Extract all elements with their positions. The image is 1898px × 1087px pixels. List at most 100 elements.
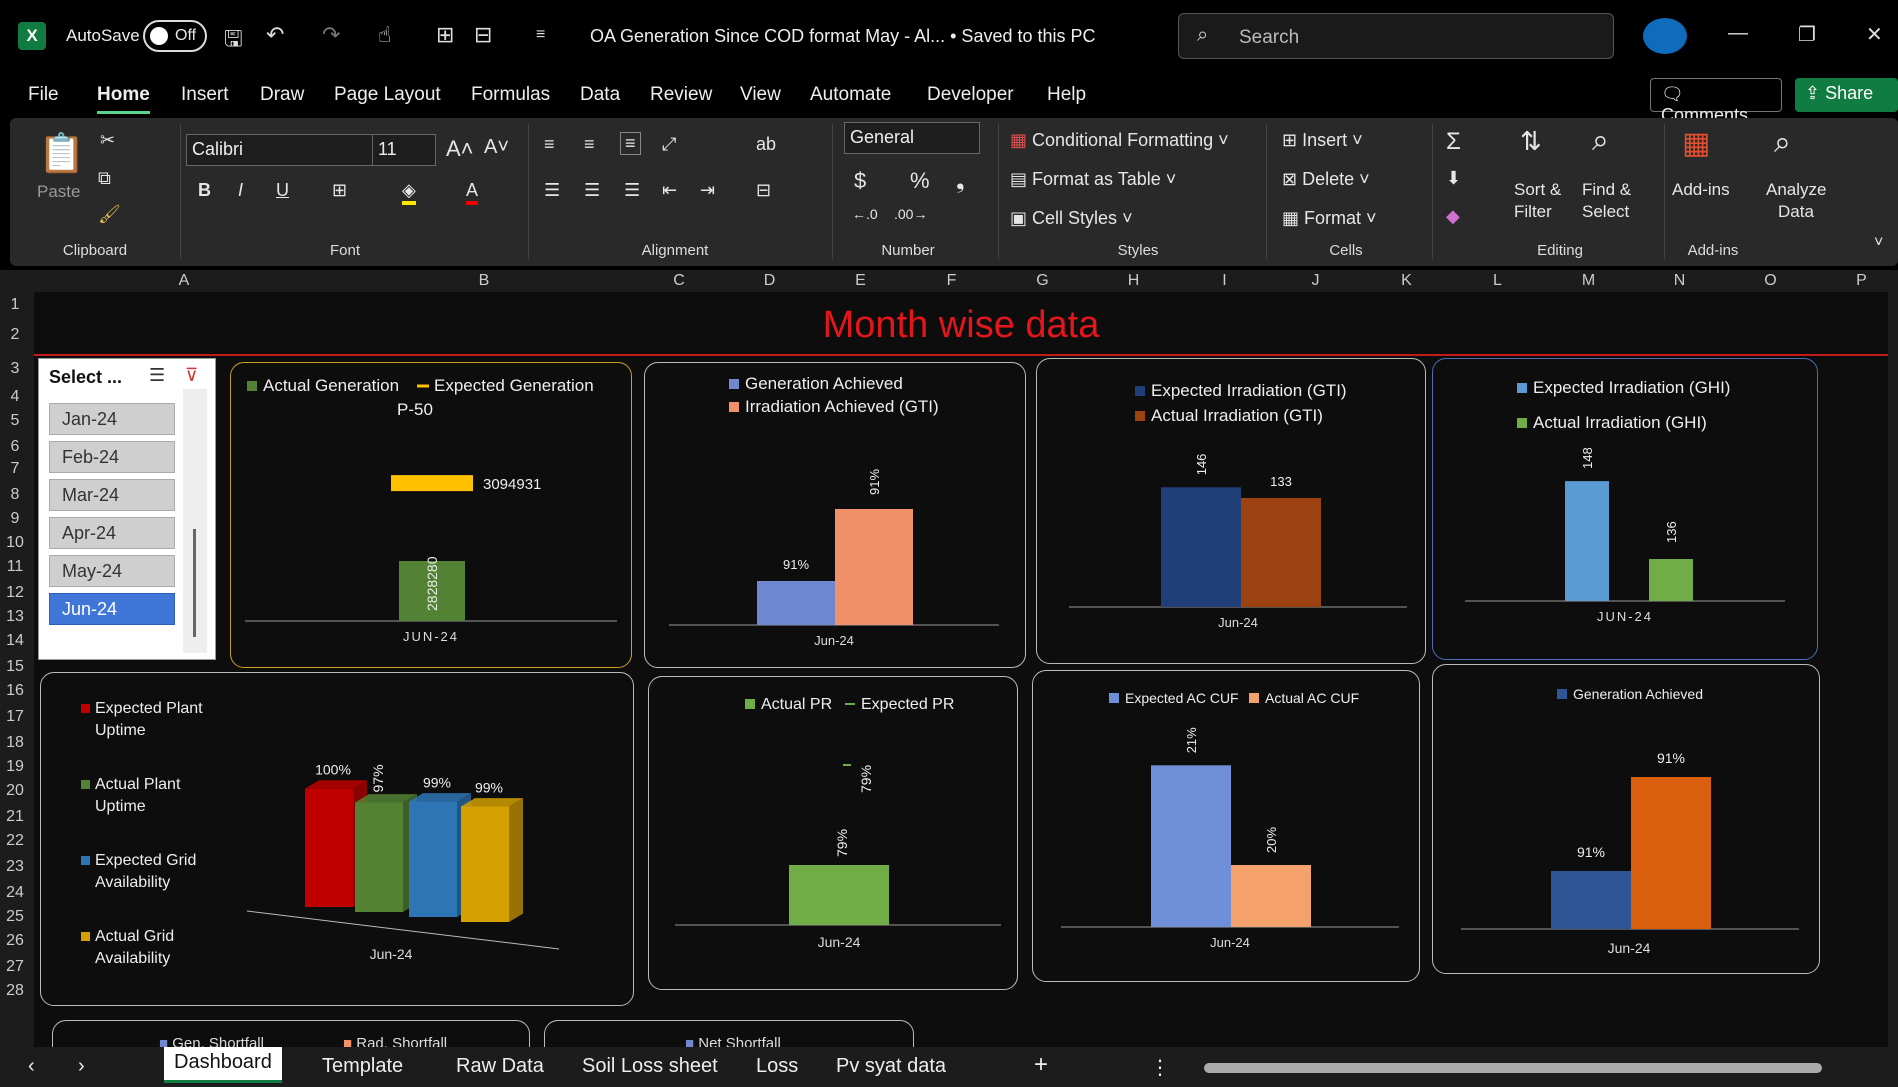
chart-card-net-shortfall[interactable]: ■ Net Shortfall: [544, 1020, 914, 1047]
tab-template[interactable]: Template: [322, 1055, 403, 1078]
row-header[interactable]: 2: [0, 326, 30, 344]
wrap-text-icon[interactable]: ab: [756, 134, 776, 155]
row-header[interactable]: 22: [0, 832, 30, 850]
row-header[interactable]: 6: [0, 438, 30, 456]
sort-filter-label-2[interactable]: Filter: [1514, 202, 1552, 222]
column-header[interactable]: F: [906, 272, 997, 290]
row-header[interactable]: 4: [0, 388, 30, 406]
align-left-icon[interactable]: ☰: [544, 180, 560, 201]
font-size-select[interactable]: 11: [372, 134, 436, 166]
align-center-icon[interactable]: ☰: [584, 180, 600, 201]
fill-icon[interactable]: ⬇: [1446, 168, 1461, 189]
close-icon[interactable]: ✕: [1866, 22, 1883, 47]
slicer-item[interactable]: Apr-24: [49, 517, 175, 549]
slicer-item[interactable]: May-24: [49, 555, 175, 587]
menu-automate[interactable]: Automate: [810, 84, 891, 106]
row-header[interactable]: 7: [0, 460, 30, 478]
row-header[interactable]: 18: [0, 734, 30, 752]
slicer-item[interactable]: Jan-24: [49, 403, 175, 435]
column-header[interactable]: O: [1725, 272, 1816, 290]
menu-help[interactable]: Help: [1047, 84, 1086, 106]
percent-icon[interactable]: %: [910, 168, 930, 194]
chart-card-cuf[interactable]: Expected AC CUF Actual AC CUF Jun-24 21% 20%: [1032, 670, 1420, 982]
row-header[interactable]: 13: [0, 608, 30, 626]
column-header[interactable]: H: [1088, 272, 1179, 290]
column-header[interactable]: B: [334, 272, 634, 290]
menu-home[interactable]: Home: [97, 84, 150, 114]
row-header[interactable]: 10: [0, 534, 30, 552]
dashboard-sheet[interactable]: Month wise data Select ... ☰ ⊽ Jan-24 Fe…: [34, 292, 1888, 1047]
analyze-data-icon[interactable]: ⌕: [1774, 126, 1791, 160]
currency-icon[interactable]: $: [854, 168, 866, 194]
column-header[interactable]: J: [1270, 272, 1361, 290]
format-as-table-button[interactable]: ▤ Format as Table ˅: [1010, 169, 1176, 190]
orientation-icon[interactable]: ⤢: [662, 134, 676, 155]
decrease-decimal-icon[interactable]: .00→: [894, 206, 927, 222]
font-name-select[interactable]: Calibri: [186, 134, 378, 166]
scroll-tabs-right-icon[interactable]: ›: [78, 1055, 85, 1078]
chart-card-shortfall[interactable]: ■ Gen. Shortfall ■ Rad. Shortfall: [52, 1020, 530, 1047]
find-select-label-2[interactable]: Select: [1582, 202, 1629, 222]
column-header[interactable]: P: [1816, 272, 1898, 290]
touch-mode-icon[interactable]: ☝: [378, 22, 391, 48]
chart-card-availability[interactable]: Expected Plant Uptime Actual Plant Uptime Ex…: [40, 672, 634, 1006]
increase-font-icon[interactable]: A˄: [446, 136, 474, 162]
menu-view[interactable]: View: [740, 84, 781, 106]
vertical-scrollbar[interactable]: [1888, 292, 1898, 1047]
menu-page-layout[interactable]: Page Layout: [334, 84, 441, 106]
chart-card-generation[interactable]: Actual Generation Expected Generation P-50…: [230, 362, 632, 668]
comments-button[interactable]: 🗨 Comments: [1650, 78, 1782, 125]
chart-card-generation-achieved[interactable]: Generation Achieved Jun-24 91% 91%: [1432, 664, 1820, 974]
column-header[interactable]: L: [1452, 272, 1543, 290]
add-sheet-icon[interactable]: +: [1034, 1051, 1048, 1079]
increase-decimal-icon[interactable]: ←.0: [852, 206, 878, 222]
row-header[interactable]: 23: [0, 858, 30, 876]
number-format-select[interactable]: General: [844, 122, 980, 154]
clear-icon[interactable]: ◆: [1446, 206, 1460, 227]
menu-insert[interactable]: Insert: [181, 84, 229, 106]
column-header[interactable]: C: [634, 272, 724, 290]
borders-icon[interactable]: ⊞: [436, 22, 454, 48]
tab-pv-syat-data[interactable]: Pv syat data: [836, 1055, 946, 1078]
row-header[interactable]: 11: [0, 558, 30, 576]
column-header[interactable]: E: [815, 272, 906, 290]
column-header[interactable]: G: [997, 272, 1088, 290]
comma-icon[interactable]: ❟: [956, 168, 965, 194]
tab-loss[interactable]: Loss: [756, 1055, 798, 1078]
search-box[interactable]: ⌕ Search: [1178, 13, 1614, 59]
row-header[interactable]: 17: [0, 708, 30, 726]
increase-indent-icon[interactable]: ⇥: [700, 180, 715, 201]
decrease-indent-icon[interactable]: ⇤: [662, 180, 677, 201]
column-header[interactable]: K: [1361, 272, 1452, 290]
italic-icon[interactable]: I: [238, 180, 243, 201]
row-header[interactable]: 25: [0, 908, 30, 926]
row-header[interactable]: 9: [0, 510, 30, 528]
fill-color-icon[interactable]: ◈: [402, 180, 416, 205]
row-header[interactable]: 19: [0, 758, 30, 776]
row-header[interactable]: 15: [0, 658, 30, 676]
column-header[interactable]: I: [1179, 272, 1270, 290]
row-header[interactable]: 27: [0, 958, 30, 976]
insert-cells-button[interactable]: ⊞ Insert ˅: [1282, 130, 1363, 151]
undo-icon[interactable]: ↶: [266, 22, 284, 48]
save-icon[interactable]: 🖫: [224, 22, 243, 60]
analyze-data-label-2[interactable]: Data: [1778, 202, 1814, 222]
add-ins-label[interactable]: Add-ins: [1672, 180, 1730, 200]
align-bottom-icon[interactable]: ≡: [620, 132, 641, 155]
find-select-label[interactable]: Find &: [1582, 180, 1631, 200]
chart-card-achieved[interactable]: Generation Achieved Irradiation Achieved …: [644, 362, 1026, 668]
more-options-icon[interactable]: ⋮: [1150, 1055, 1170, 1080]
font-color-icon[interactable]: A: [466, 180, 479, 205]
chart-card-ghi[interactable]: Expected Irradiation (GHI) Actual Irradia…: [1432, 358, 1818, 660]
align-middle-icon[interactable]: ≡: [584, 134, 595, 155]
tab-dashboard[interactable]: Dashboard: [164, 1047, 282, 1083]
table-icon[interactable]: ⊟: [474, 22, 492, 48]
row-header[interactable]: 28: [0, 982, 30, 1000]
chart-card-gti[interactable]: Expected Irradiation (GTI) Actual Irradia…: [1036, 358, 1426, 664]
align-top-icon[interactable]: ≡: [544, 134, 555, 155]
column-header[interactable]: A: [34, 272, 334, 290]
decrease-font-icon[interactable]: A˅: [484, 136, 509, 159]
menu-formulas[interactable]: Formulas: [471, 84, 550, 106]
paste-label[interactable]: Paste: [37, 182, 80, 202]
menu-draw[interactable]: Draw: [260, 84, 304, 106]
